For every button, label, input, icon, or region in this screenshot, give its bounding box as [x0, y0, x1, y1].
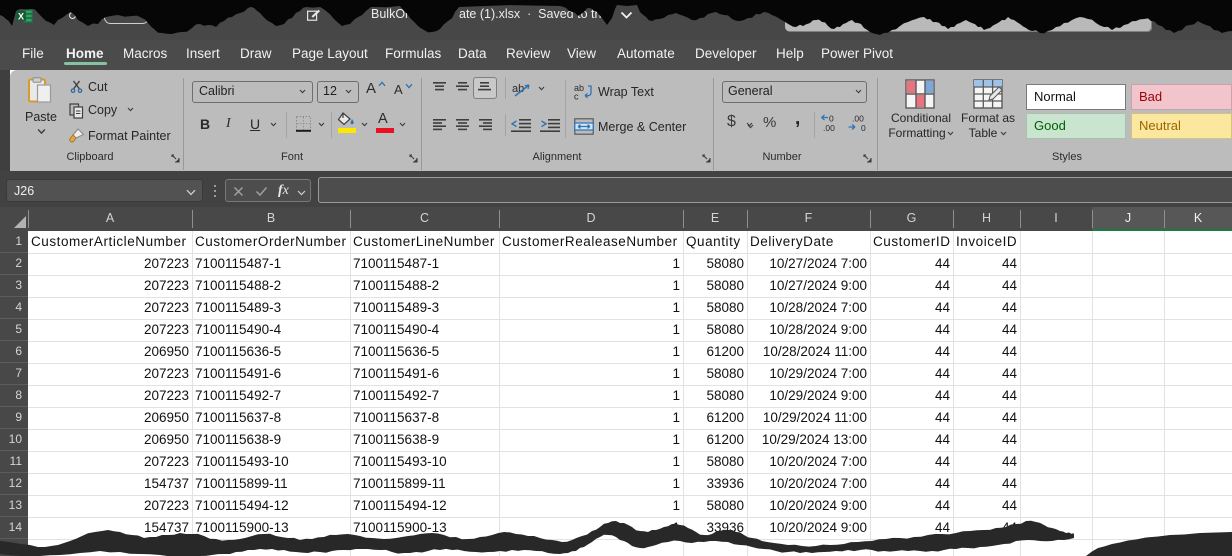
svg-text:c: c — [574, 92, 579, 101]
svg-text:0: 0 — [829, 114, 834, 124]
svg-text:.00: .00 — [852, 114, 864, 124]
svg-text:.00: .00 — [823, 123, 835, 133]
svg-text:0: 0 — [861, 123, 866, 133]
